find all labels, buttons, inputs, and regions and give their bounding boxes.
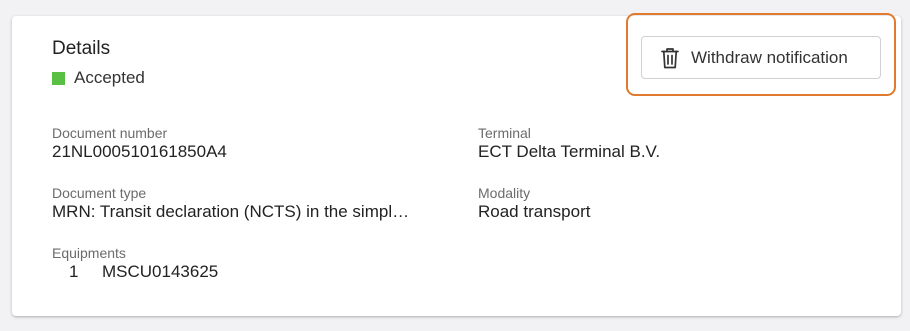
document-number-value: 21NL000510161850A4 [52,142,227,161]
equipments-label: Equipments [52,245,126,261]
trash-icon [661,47,679,69]
withdraw-notification-label: Withdraw notification [691,47,848,67]
document-type-value: MRN: Transit declaration (NCTS) in the s… [52,202,410,221]
details-card: Details Accepted Withdraw notification D… [12,13,901,316]
details-title: Details [52,38,111,59]
equipment-code: MSCU0143625 [102,262,219,281]
status-label: Accepted [74,68,145,87]
equipment-index: 1 [69,262,79,281]
document-number-field: Document number 21NL000510161850A4 [52,125,227,162]
modality-label: Modality [478,185,531,201]
status-color-swatch [52,71,65,85]
modality-field: Modality Road transport [478,185,590,222]
equipments-field: Equipments 1 MSCU0143625 [52,245,218,282]
modality-value: Road transport [478,202,591,221]
status-indicator: Accepted [52,68,145,88]
withdraw-notification-button[interactable]: Withdraw notification [641,36,881,79]
document-type-field: Document type MRN: Transit declaration (… [52,185,409,222]
document-number-label: Document number [52,125,168,141]
document-type-label: Document type [52,185,147,201]
equipment-row: 1 MSCU0143625 [52,261,218,282]
terminal-field: Terminal ECT Delta Terminal B.V. [478,125,660,162]
terminal-label: Terminal [478,125,531,141]
terminal-value: ECT Delta Terminal B.V. [478,142,661,161]
